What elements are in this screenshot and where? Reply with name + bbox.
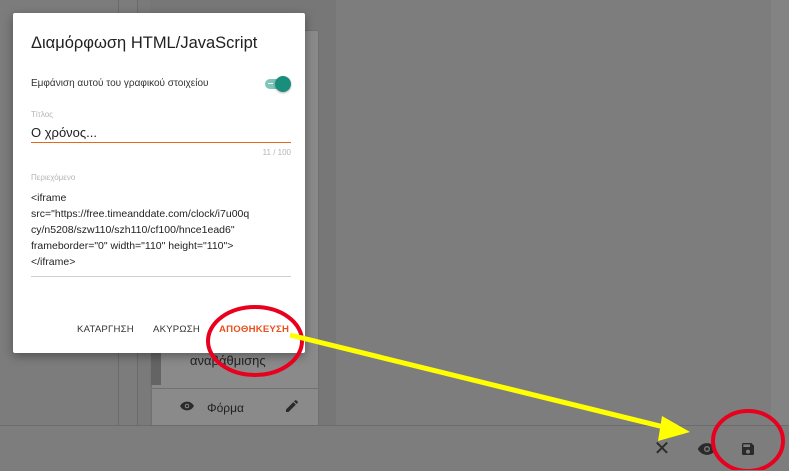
eye-icon (697, 442, 717, 455)
toggle-mark (268, 83, 273, 84)
visibility-toggle[interactable] (265, 76, 291, 92)
save-dialog-button[interactable]: ΑΠΟΘΗΚΕΥΣΗ (219, 324, 289, 335)
content-textarea[interactable]: <iframe src="https://free.timeanddate.co… (31, 190, 293, 270)
title-field-label: Τίτλος (31, 110, 54, 119)
pencil-icon[interactable] (284, 398, 300, 414)
cancel-button[interactable]: ΑΚΥΡΩΣΗ (153, 324, 200, 335)
dialog-title: Διαμόρφωση HTML/JavaScript (31, 34, 258, 52)
preview-button[interactable] (694, 426, 720, 471)
save-icon (742, 442, 754, 455)
eye-icon[interactable] (179, 401, 195, 411)
content-field-label: Περιεχόμενο (31, 173, 76, 182)
save-button[interactable] (735, 426, 761, 471)
toggle-thumb (275, 76, 291, 92)
preview-area-dimmed (336, 0, 771, 425)
bottom-toolbar: ✕ (0, 425, 789, 471)
delete-button[interactable]: ΚΑΤΑΡΓΗΣΗ (77, 324, 134, 335)
title-input[interactable] (31, 122, 291, 143)
gadget-card-text: αναβάθμισης (190, 353, 266, 368)
scroll-edge (771, 0, 789, 425)
close-icon[interactable]: ✕ (651, 426, 673, 471)
content-underline (31, 276, 291, 277)
title-char-counter: 11 / 100 (262, 148, 291, 157)
html-javascript-config-dialog: Διαμόρφωση HTML/JavaScript Εμφάνιση αυτο… (13, 13, 305, 353)
gadget-card-label: Φόρμα (207, 401, 244, 415)
visibility-toggle-label: Εμφάνιση αυτού του γραφικού στοιχείου (31, 78, 209, 89)
